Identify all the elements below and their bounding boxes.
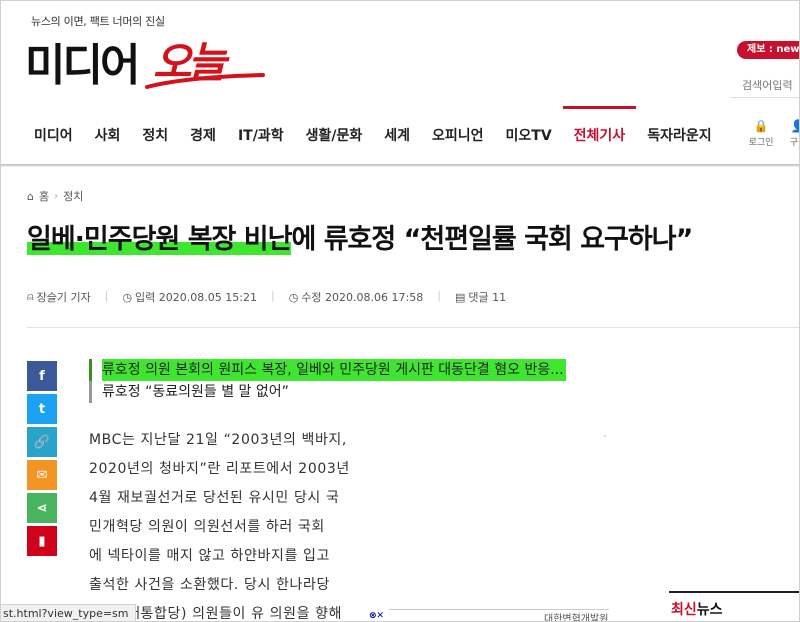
breadcrumb: ⌂ 홈 › 정치 <box>27 188 83 204</box>
logo-text-dark: 미디어 <box>25 40 140 91</box>
latest-news-heading: 최신뉴스 <box>671 599 723 619</box>
nav-item-economy[interactable]: 경제 <box>179 109 227 164</box>
twitter-icon: t <box>38 401 46 417</box>
body-line: MBC는 지난달 21일 “2003년의 백바지, <box>89 432 347 448</box>
bookmark-button[interactable]: ▮ <box>27 526 57 556</box>
search-underline <box>731 97 799 98</box>
twitter-share-button[interactable]: t <box>27 394 57 424</box>
browser-viewport: 뉴스의 이면, 팩트 너머의 진실 미디어 오늘 제보 : news 검색어입력… <box>0 0 800 622</box>
bookmark-icon: ▮ <box>38 533 46 549</box>
nav-item-life-culture[interactable]: 생활/문화 <box>295 109 374 164</box>
edit-time: ◷ 수정 2020.08.06 17:58 <box>289 289 424 305</box>
clock-icon: ◷ <box>288 290 299 304</box>
header-shadow <box>1 164 799 167</box>
latest-news-rule <box>669 591 799 593</box>
login-label: 로그인 <box>748 138 774 148</box>
nav-item-media[interactable]: 미디어 <box>23 109 84 164</box>
meta-divider: | <box>270 289 275 302</box>
subscribe-label: 구독 <box>789 138 799 148</box>
share-button[interactable]: ⋖ <box>27 493 57 523</box>
facebook-icon: f <box>39 368 45 384</box>
site-header: 뉴스의 이면, 팩트 너머의 진실 미디어 오늘 제보 : news 검색어입력… <box>1 1 799 167</box>
comment-icon: ▤ <box>454 290 466 304</box>
nav-item-society[interactable]: 사회 <box>84 109 132 164</box>
user-icon: 👤 <box>783 119 799 133</box>
edit-time-text: 수정 2020.08.06 17:58 <box>301 291 424 304</box>
body-line: 출석한 사건을 소환했다. 당시 한나라당 <box>89 577 330 593</box>
meta-divider: | <box>104 289 109 302</box>
nav-item-world[interactable]: 세계 <box>373 109 421 164</box>
nav-item-mio-tv[interactable]: 미오TV <box>495 109 563 164</box>
email-share-button[interactable]: ✉ <box>27 460 57 490</box>
subhead-accent-bar <box>89 359 92 381</box>
chevron-right-icon: › <box>54 190 59 202</box>
breadcrumb-section[interactable]: 정치 <box>63 188 83 204</box>
facebook-share-button[interactable]: f <box>27 361 57 391</box>
share-bar: f t 🔗 ✉ ⋖ ▮ <box>27 361 57 559</box>
nav-item-reader-lounge[interactable]: 독자라운지 <box>636 109 722 164</box>
nav-item-all-articles[interactable]: 전체기사 <box>562 106 637 164</box>
tip-off-badge[interactable]: 제보 : news <box>737 41 799 59</box>
input-time-text: 입력 2020.08.05 15:21 <box>135 291 257 304</box>
author: ⍝ 장슬기 기자 <box>27 289 91 305</box>
nav-item-opinion[interactable]: 오피니언 <box>421 109 495 164</box>
input-time: ◷ 입력 2020.08.05 15:21 <box>122 289 257 305</box>
subhead-2: 류호정 “동료의원들 별 말 없어” <box>102 384 289 400</box>
copy-link-button[interactable]: 🔗 <box>27 427 57 457</box>
logo-swoosh-icon <box>145 73 265 89</box>
person-icon: ⍝ <box>27 290 34 303</box>
comment-count-text: 댓글 11 <box>468 291 507 304</box>
search-input[interactable]: 검색어입력 <box>742 77 793 93</box>
headline-rest: 에 류호정 “천편일률 국회 요구하나” <box>291 224 693 255</box>
ad-placeholder-dot <box>604 435 606 437</box>
clock-icon: ◷ <box>122 290 133 304</box>
body-line: 민개혁당 의원이 의원선서를 하러 국회 <box>89 519 325 535</box>
nav-item-politics[interactable]: 정치 <box>131 109 179 164</box>
article-body: MBC는 지난달 21일 “2003년의 백바지, 2020년의 청바지”란 리… <box>89 426 357 621</box>
link-icon: 🔗 <box>33 434 51 450</box>
body-line: 2020년의 청바지”란 리포트에서 2003년 <box>89 461 350 477</box>
comment-count[interactable]: ▤ 댓글 11 <box>455 289 506 305</box>
meta-divider-line <box>27 327 799 328</box>
home-icon[interactable]: ⌂ <box>27 190 34 203</box>
ad-close-icon[interactable]: ⊗✕ <box>369 611 384 621</box>
ad-text: 대한변협개발원 <box>544 614 609 622</box>
ad-banner[interactable]: ⊗✕ 대한변협개발원 <box>369 609 629 622</box>
body-line: 에 넥타이를 매지 않고 하얀바지를 입고 <box>89 548 330 564</box>
nav-item-it-science[interactable]: IT/과학 <box>227 109 295 164</box>
article-headline: 일베·민주당원 복장 비난에 류호정 “천편일률 국회 요구하나” <box>27 217 693 256</box>
lock-icon: 🔒 <box>753 119 769 133</box>
login-button[interactable]: 🔒 로그인 <box>741 119 781 148</box>
subscribe-button[interactable]: 👤 구독 <box>783 119 799 148</box>
latest-news-red: 최신 <box>671 602 697 618</box>
meta-divider: | <box>437 289 441 302</box>
body-line: 4월 재보궐선거로 당선된 유시민 당시 국 <box>89 490 340 506</box>
site-logo[interactable]: 미디어 오늘 <box>25 27 265 91</box>
latest-news-rest: 뉴스 <box>696 602 723 618</box>
main-nav: 미디어 사회 정치 경제 IT/과학 생활/문화 세계 오피니언 미오TV 전체… <box>23 106 723 164</box>
share-icon: ⋖ <box>36 500 48 516</box>
article-subheads: 류호정 의원 본회의 원피스 복장, 일베와 민주당원 게시판 대동단결 혐오 … <box>89 359 566 403</box>
breadcrumb-home[interactable]: 홈 <box>39 188 49 204</box>
browser-status-bar: st.html?view_type=sm <box>1 604 136 621</box>
author-name: 장슬기 기자 <box>36 291 91 304</box>
mail-icon: ✉ <box>36 467 48 483</box>
article-meta: ⍝ 장슬기 기자 | ◷ 입력 2020.08.05 15:21 | ◷ 수정 202… <box>27 289 506 305</box>
subhead-1: 류호정 의원 본회의 원피스 복장, 일베와 민주당원 게시판 대동단결 혐오 … <box>102 359 566 381</box>
headline-highlight: 일베·민주당원 복장 비난 <box>27 224 292 255</box>
